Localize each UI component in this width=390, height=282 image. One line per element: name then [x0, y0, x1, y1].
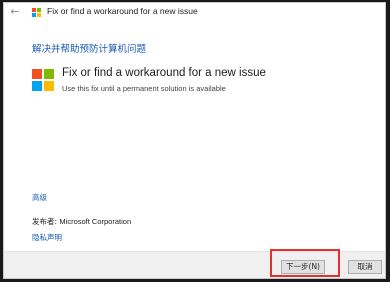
window-title: Fix or find a workaround for a new issue — [47, 6, 198, 16]
microsoft-logo-icon — [32, 8, 41, 17]
titlebar: ← Fix or find a workaround for a new iss… — [4, 3, 385, 23]
cancel-button[interactable]: 取消 — [348, 260, 382, 274]
page-heading: 解决并帮助预防计算机问题 — [32, 44, 147, 55]
publisher-value: Microsoft Corporation — [59, 217, 132, 226]
microsoft-logo-icon — [32, 69, 54, 91]
option-description: Use this fix until a permanent solution … — [62, 84, 226, 93]
button-bar: 下一步(N) 取消 — [4, 251, 385, 278]
troubleshooter-window: ← Fix or find a workaround for a new iss… — [3, 2, 386, 279]
publisher-info: 发布者: Microsoft Corporation — [32, 216, 131, 227]
fix-option-button[interactable]: Fix or find a workaround for a new issue… — [26, 63, 366, 103]
advanced-link[interactable]: 高级 — [32, 192, 47, 203]
back-arrow-icon[interactable]: ← — [8, 5, 22, 19]
publisher-label: 发布者: — [32, 217, 58, 226]
option-title: Fix or find a workaround for a new issue — [62, 67, 266, 79]
next-button[interactable]: 下一步(N) — [281, 260, 325, 274]
privacy-statement-link[interactable]: 隐私声明 — [32, 232, 62, 243]
